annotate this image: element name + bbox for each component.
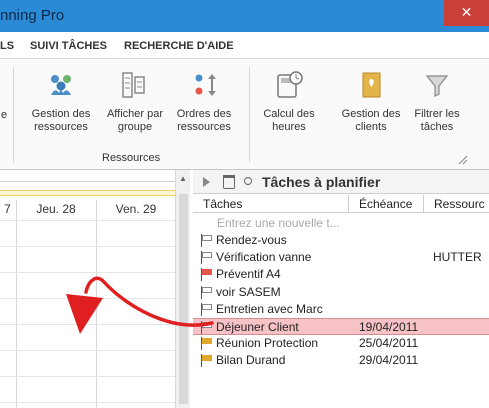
- day-header: Ven. 29: [115, 202, 157, 216]
- task-name: Vérification vanne: [216, 250, 312, 265]
- day-header: Jeu. 28: [36, 202, 76, 216]
- gestion-ressources-button[interactable]: Gestion des ressources: [26, 69, 96, 134]
- filtrer-taches-button[interactable]: Filtrer les tâches: [408, 69, 466, 134]
- task-due-date: 25/04/2011: [359, 336, 419, 351]
- ribbon: e Gestion des ressources Afficher par gr…: [0, 59, 489, 170]
- ribbon-label: Gestion des clients: [341, 108, 401, 133]
- task-name: Déjeuner Client: [216, 320, 299, 334]
- title-bar: nning Pro ✕: [0, 0, 489, 32]
- resize-grip-icon[interactable]: [458, 154, 468, 165]
- task-name: Rendez-vous: [216, 233, 287, 247]
- sort-people-icon: [188, 69, 220, 101]
- client-book-icon: [355, 69, 387, 101]
- scroll-thumb[interactable]: [179, 194, 188, 404]
- task-name: voir SASEM: [216, 284, 281, 299]
- calendar-scrollbar[interactable]: ▲: [175, 170, 190, 408]
- calendar-pane: 7 Jeu. 28 Ven. 29 ▲: [0, 170, 190, 408]
- menu-bar: LS SUIVI TÂCHES RECHERCHE D'AIDE: [0, 32, 489, 59]
- afficher-par-groupe-button[interactable]: Afficher par groupe: [103, 69, 167, 134]
- new-task-input[interactable]: Entrez une nouvelle t...: [217, 215, 340, 232]
- tasks-title: Tâches à planifier: [262, 174, 381, 190]
- flag-icon[interactable]: [201, 285, 213, 299]
- ribbon-label: Afficher par groupe: [106, 108, 164, 133]
- flag-icon[interactable]: [201, 321, 213, 334]
- column-header-date[interactable]: Échéance: [349, 195, 424, 213]
- check-icon[interactable]: [244, 177, 252, 185]
- ribbon-label: Filtrer les tâches: [414, 108, 460, 133]
- task-row[interactable]: Déjeuner Client 19/04/2011: [193, 318, 489, 335]
- task-row[interactable]: Préventif A4: [193, 266, 489, 283]
- scroll-up-icon[interactable]: ▲: [179, 174, 187, 183]
- task-row[interactable]: Bilan Durand 29/04/2011: [193, 352, 489, 369]
- grid-line: [0, 220, 175, 221]
- grid-line: [0, 324, 175, 325]
- grid-line: [0, 298, 175, 299]
- ribbon-label: Calcul des heures: [263, 108, 315, 133]
- column-header-resource[interactable]: Ressourc: [424, 195, 489, 213]
- ribbon-separator: [13, 67, 14, 163]
- ribbon-separator: [249, 67, 250, 163]
- new-task-row[interactable]: Entrez une nouvelle t...: [193, 215, 489, 232]
- grid-line: [0, 350, 175, 351]
- task-name: Entretien avec Marc: [216, 301, 323, 316]
- flag-icon[interactable]: [201, 234, 213, 247]
- tasks-pane: Tâches à planifier Tâches Échéance Resso…: [193, 170, 489, 408]
- window-title: nning Pro: [0, 7, 65, 24]
- flag-icon[interactable]: [201, 337, 213, 351]
- task-row[interactable]: Vérification vanne HUTTER: [193, 249, 489, 266]
- task-name: Réunion Protection: [216, 336, 319, 351]
- ordres-ressources-button[interactable]: Ordres des ressources: [172, 69, 236, 134]
- ribbon-label: Ordres des ressources: [176, 108, 232, 133]
- tab-partial[interactable]: LS: [0, 40, 14, 52]
- flag-icon[interactable]: [201, 302, 213, 316]
- trash-icon[interactable]: [223, 175, 235, 189]
- calculator-clock-icon: [273, 69, 305, 101]
- grid-line: [0, 246, 175, 247]
- task-row[interactable]: voir SASEM: [193, 284, 489, 301]
- column-header-name[interactable]: Tâches: [193, 195, 349, 213]
- flag-icon[interactable]: [201, 268, 213, 282]
- task-name: Bilan Durand: [216, 353, 286, 368]
- play-icon[interactable]: [203, 177, 210, 187]
- grid-line: [0, 376, 175, 377]
- ribbon-label-partial: e: [0, 109, 8, 121]
- tab-suivi-taches[interactable]: SUIVI TÂCHES: [30, 40, 107, 52]
- people-icon: [45, 69, 77, 101]
- task-due-date: 19/04/2011: [359, 320, 419, 334]
- task-due-date: 29/04/2011: [359, 353, 419, 368]
- task-row[interactable]: Rendez-vous: [193, 232, 489, 249]
- close-button[interactable]: ✕: [444, 0, 489, 26]
- task-resource: HUTTER: [433, 250, 482, 265]
- tasks-header: Tâches à planifier: [193, 170, 489, 194]
- flag-icon[interactable]: [201, 354, 213, 368]
- ribbon-button-partial[interactable]: e: [0, 109, 10, 122]
- calendar-today-bar: [0, 190, 175, 196]
- task-row[interactable]: Entretien avec Marc: [193, 301, 489, 318]
- flag-icon[interactable]: [201, 251, 213, 265]
- day-header: 7: [4, 202, 11, 216]
- ribbon-group-label: Ressources: [102, 152, 161, 164]
- tab-recherche-aide[interactable]: RECHERCHE D'AIDE: [124, 40, 234, 52]
- calcul-heures-button[interactable]: Calcul des heures: [258, 69, 320, 134]
- grid-line: [0, 272, 175, 273]
- grid-line: [0, 402, 175, 403]
- group-list-icon: [119, 69, 151, 101]
- task-name: Préventif A4: [216, 267, 281, 282]
- ribbon-label: Gestion des ressources: [31, 108, 91, 133]
- task-row[interactable]: Réunion Protection 25/04/2011: [193, 335, 489, 352]
- gestion-clients-button[interactable]: Gestion des clients: [338, 69, 404, 134]
- calendar-header-strip: [0, 170, 175, 182]
- filter-funnel-icon: [421, 69, 453, 101]
